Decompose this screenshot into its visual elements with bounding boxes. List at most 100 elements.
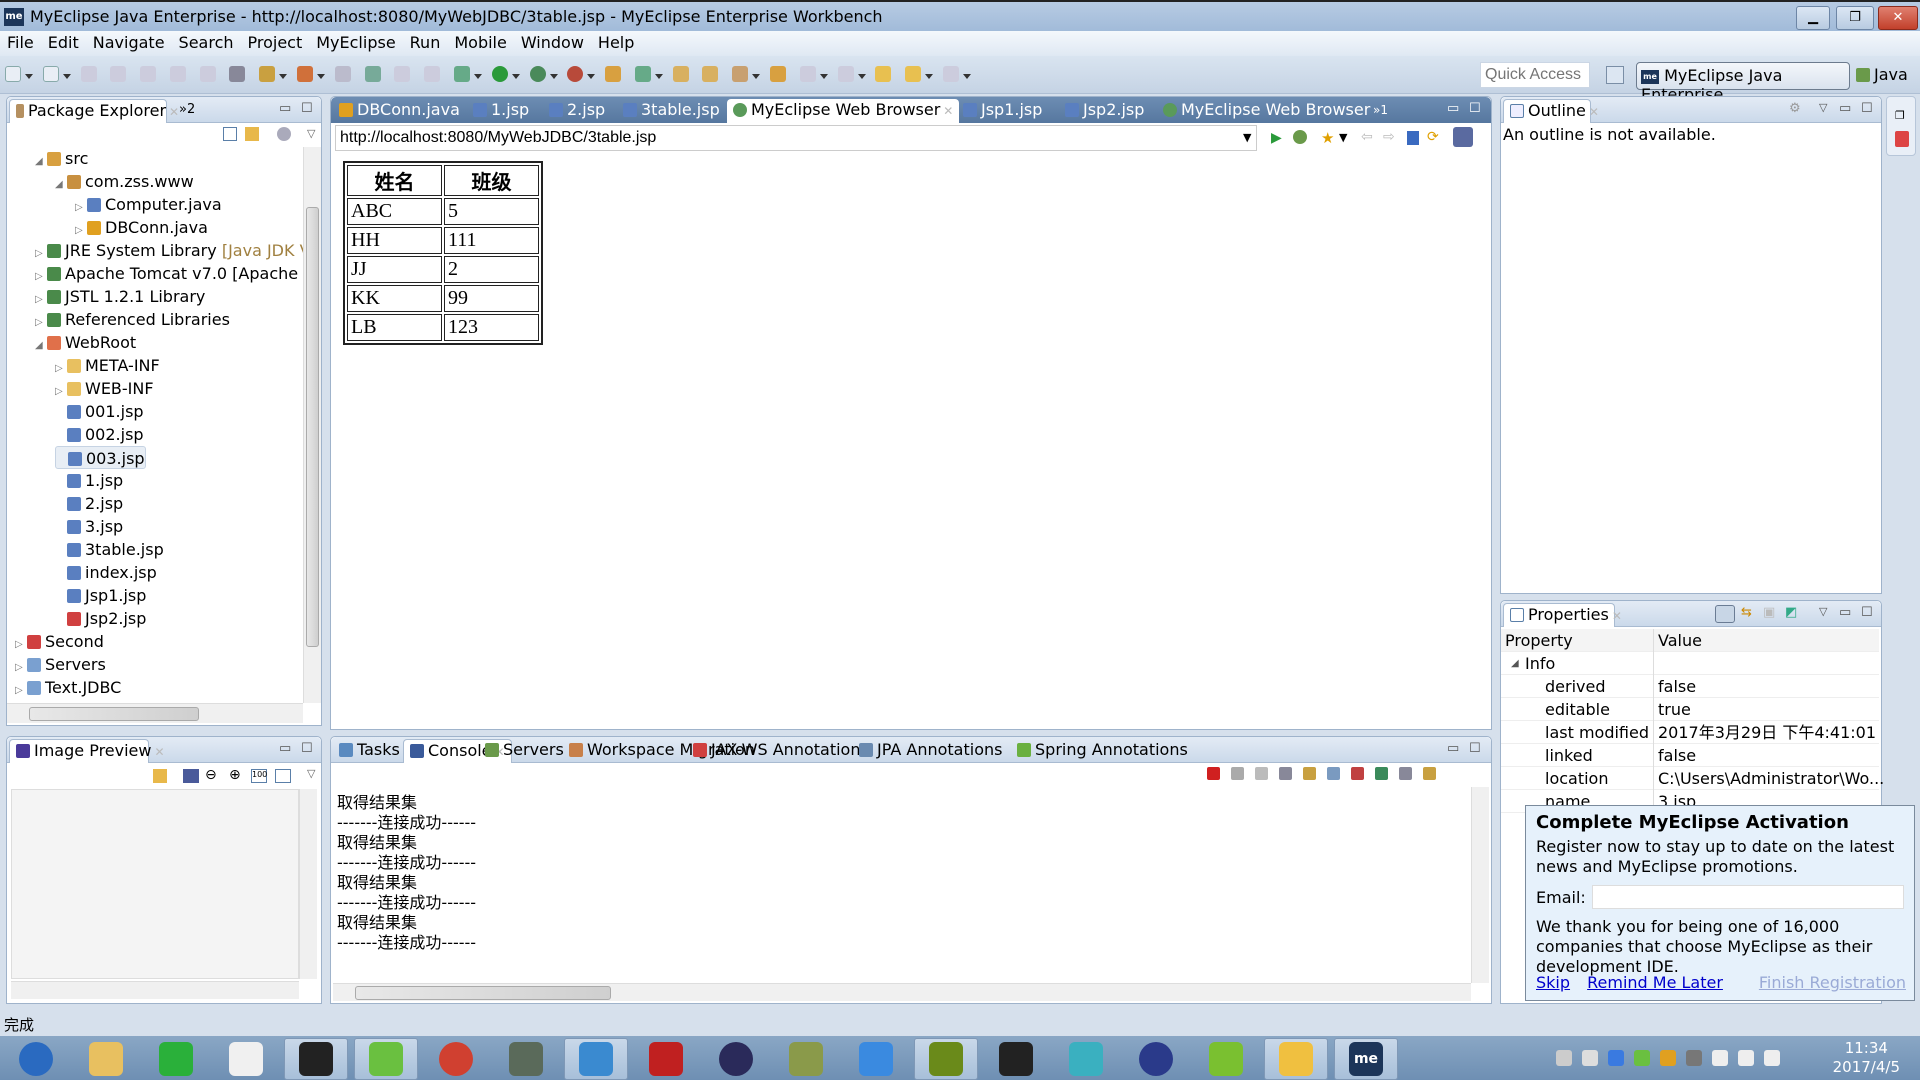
expanded-icon[interactable]: ◢ [1511,652,1519,675]
column-header-value[interactable]: Value [1658,629,1702,652]
tree-item[interactable]: Jsp2.jsp [55,607,146,630]
open-project-icon[interactable] [769,66,786,82]
minimize-icon[interactable]: ▭ [1839,605,1851,620]
close-icon[interactable]: ✕ [154,745,164,759]
tree-item[interactable]: 002.jsp [55,423,144,446]
maximize-icon[interactable]: ☐ [301,741,313,756]
refresh-icon[interactable]: ⟳ [1427,129,1439,145]
minimize-icon[interactable]: ▭ [1447,741,1459,756]
save-all-icon[interactable] [110,66,127,82]
collapsed-icon[interactable]: ▷ [15,679,27,702]
tab-package-explorer[interactable]: Package Explorer ✕ [9,99,179,123]
clear-console-icon[interactable] [1279,767,1292,780]
taskbar-app-chrome[interactable] [424,1038,488,1080]
focus-icon[interactable] [277,127,291,141]
server-icon[interactable] [259,66,276,82]
menu-window[interactable]: Window [514,31,591,55]
remove-all-icon[interactable] [1255,767,1268,780]
editor-tab[interactable]: Jsp2.jsp [1059,99,1150,123]
view-menu-icon[interactable]: ▽ [307,127,315,140]
taskbar-app-start-orb[interactable] [4,1038,68,1080]
minimize-button[interactable]: ▁ [1796,6,1830,30]
menu-mobile[interactable]: Mobile [447,31,513,55]
restore-icon[interactable]: ❐ [1895,109,1905,122]
new-package-icon[interactable] [634,66,651,82]
expanded-icon[interactable]: ◢ [35,334,47,357]
show-stderr-icon[interactable] [1351,767,1364,780]
column-header-property[interactable]: Property [1505,629,1573,652]
qq-tray-icon[interactable] [1660,1050,1676,1066]
dropdown-icon[interactable] [587,74,596,79]
url-input[interactable] [335,125,1257,151]
security-shield-icon[interactable] [1608,1050,1624,1066]
taskbar-app-eclipse-alt[interactable] [1124,1038,1188,1080]
external-tools-icon[interactable] [567,66,584,82]
menu-edit[interactable]: Edit [41,31,86,55]
horizontal-scrollbar[interactable] [333,983,1471,1001]
redo-icon[interactable] [199,66,216,82]
scroll-lock-icon[interactable] [1303,767,1316,780]
fit-window-icon[interactable] [275,769,291,783]
tree-item[interactable]: ◢ src [35,147,88,170]
taskbar-app-coldfusion[interactable] [634,1038,698,1080]
taskbar-app-app-green[interactable] [1194,1038,1258,1080]
quick-access-input[interactable] [1480,62,1590,88]
tree-item[interactable]: ▷ Referenced Libraries [35,308,230,331]
skip-link[interactable]: Skip [1536,973,1570,992]
taskbar-app-app-yellow[interactable] [1264,1038,1328,1080]
taskbar-app-wechat[interactable] [354,1038,418,1080]
maximize-icon[interactable]: ☐ [1469,101,1481,116]
dropdown-icon[interactable] [62,74,71,79]
perspective-java[interactable]: Java [1856,65,1908,84]
close-icon[interactable]: ✕ [1612,609,1622,623]
view-overflow[interactable]: »2 [173,99,201,123]
pin-icon[interactable]: ◩ [1785,605,1797,620]
favorites-dropdown-icon[interactable]: ▼ [1339,131,1347,144]
expanded-icon[interactable]: ◢ [55,173,67,196]
property-row[interactable]: derived false [1501,675,1879,698]
editor-tab[interactable]: 1.jsp [467,99,535,123]
url-dropdown-icon[interactable]: ▼ [1243,131,1251,144]
stop-icon[interactable] [1407,131,1419,145]
close-button[interactable]: ✕ [1878,6,1918,30]
open-folder-icon[interactable] [672,66,689,82]
tree-item[interactable]: ▷ Computer.java [75,193,222,216]
tree-item[interactable]: 1.jsp [55,469,123,492]
collapse-all-icon[interactable] [223,127,237,141]
new-project-icon[interactable] [42,66,59,82]
clock[interactable]: 11:34 2017/4/5 [1833,1039,1900,1077]
vertical-scrollbar[interactable] [299,789,317,979]
remove-launch-icon[interactable] [1231,767,1244,780]
tab-properties[interactable]: Properties ✕ [1503,603,1622,627]
new-java-project-icon[interactable] [605,66,622,82]
dropdown-icon[interactable] [925,74,934,79]
finish-registration-link[interactable]: Finish Registration [1759,973,1906,992]
zoom-in-icon[interactable]: ⊕ [229,767,241,783]
back-icon[interactable]: ⇦ [1361,129,1373,145]
close-icon[interactable]: ✕ [943,104,953,118]
taskbar-app-unity[interactable] [984,1038,1048,1080]
eclipse-icon[interactable] [1453,127,1473,147]
taskbar-app-baidu-cloud[interactable] [844,1038,908,1080]
dropdown-icon[interactable] [857,74,866,79]
dropdown-icon[interactable] [962,74,971,79]
maximize-icon[interactable]: ☐ [1861,101,1873,116]
tree-item[interactable]: ▷ Servers [15,653,106,676]
minimize-icon[interactable]: ▭ [1447,101,1459,116]
new-icon[interactable] [5,66,21,82]
taskbar-app-mail-app[interactable] [774,1038,838,1080]
deploy-icon[interactable] [229,66,246,82]
close-icon[interactable]: ✕ [1589,105,1599,119]
tree-item[interactable]: ▷ META-INF [55,354,160,377]
scrollbar-thumb[interactable] [306,207,319,647]
menu-file[interactable]: File [0,31,41,55]
email-input[interactable] [1591,885,1904,909]
tree-item[interactable]: ▷ WEB-INF [55,377,154,400]
tree-item[interactable]: ▷ Apache Tomcat v7.0 [Apache Tc [35,262,303,285]
remind-later-link[interactable]: Remind Me Later [1587,973,1723,992]
maximize-icon[interactable]: ☐ [1861,605,1873,620]
minimize-icon[interactable]: ▭ [279,101,291,116]
view-menu-icon[interactable]: ▽ [1819,605,1827,618]
open-file-icon[interactable] [702,66,719,82]
undo-icon[interactable] [169,66,186,82]
